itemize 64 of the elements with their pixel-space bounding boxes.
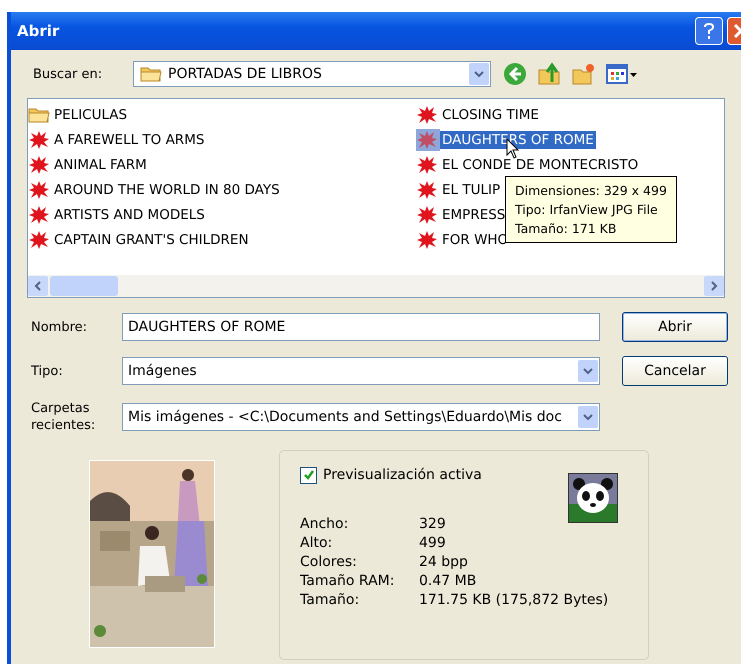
file-item[interactable]: CLOSING TIME [416, 104, 541, 126]
look-in-dropdown[interactable]: PORTADAS DE LIBROS [133, 61, 491, 87]
file-item[interactable]: EMPRESS [416, 204, 508, 226]
window-title: Abrir [17, 22, 60, 40]
view-menu-icon[interactable] [605, 62, 639, 86]
tooltip-line: Tamaño: 171 KB [515, 220, 618, 238]
look-in-value: PORTADAS DE LIBROS [168, 66, 323, 82]
folder-icon [28, 106, 50, 124]
field-label: Carpetas recientes: [30, 400, 96, 434]
property-value: 499 [419, 534, 447, 553]
horizontal-scrollbar[interactable] [28, 275, 724, 297]
property-value: 329 [419, 515, 447, 534]
property-label: Colores: [300, 553, 358, 572]
new-folder-icon[interactable] [571, 62, 595, 86]
scroll-left-button[interactable] [28, 276, 48, 296]
splat-icon [416, 155, 438, 175]
splat-icon [28, 130, 50, 150]
file-item[interactable]: EL TULIP [416, 179, 502, 201]
property-label: Tamaño: [300, 591, 360, 610]
file-item[interactable]: PELICULAS [28, 104, 130, 126]
splat-icon [28, 155, 50, 175]
dropdown-field[interactable]: Imágenes [122, 357, 600, 385]
file-item[interactable]: CAPTAIN GRANT'S CHILDREN [28, 229, 251, 251]
help-button[interactable] [695, 17, 723, 45]
field-label: Tipo: [30, 362, 64, 380]
splat-icon [416, 205, 438, 225]
folder-icon [140, 65, 162, 83]
property-value: 171.75 KB (175,872 Bytes) [419, 591, 610, 610]
tooltip-line: Tipo: IrfanView JPG File [515, 201, 659, 219]
panda-icon [568, 473, 618, 523]
dropdown-field[interactable]: Mis imágenes - <C:\Documents and Settings\Eduardo\Mis doc [122, 403, 600, 431]
file-item[interactable]: ANIMAL FARM [28, 154, 149, 176]
splat-icon [28, 180, 50, 200]
look-in-label: Buscar en: [32, 66, 104, 82]
tooltip-line: Dimensiones: 329 x 499 [515, 182, 667, 200]
folder-up-icon[interactable] [537, 62, 561, 86]
chevron-right-icon [710, 281, 718, 291]
splat-icon [416, 105, 438, 125]
file-item[interactable]: AROUND THE WORLD IN 80 DAYS [28, 179, 282, 201]
splat-icon [416, 180, 438, 200]
chevron-left-icon [34, 281, 42, 291]
dialog-button[interactable]: Abrir [622, 312, 728, 342]
scroll-right-button[interactable] [704, 276, 724, 296]
property-value: 24 bpp [419, 553, 469, 572]
property-label: Tamaño RAM: [300, 572, 396, 591]
property-value: 0.47 MB [419, 572, 478, 591]
checkbox[interactable] [300, 466, 317, 484]
property-label: Ancho: [300, 515, 350, 534]
splat-icon [416, 230, 438, 250]
file-item[interactable]: ARTISTS AND MODELS [28, 204, 207, 226]
checkbox-label: Previsualización activa [323, 467, 482, 483]
file-item[interactable]: DAUGHTERS OF ROME [416, 129, 596, 151]
splat-icon [416, 130, 438, 150]
splat-icon [28, 230, 50, 250]
file-item[interactable]: A FAREWELL TO ARMS [28, 129, 206, 151]
splat-icon [28, 205, 50, 225]
back-icon[interactable] [503, 62, 527, 86]
dialog-button[interactable]: Cancelar [622, 356, 728, 386]
help-icon [701, 22, 717, 40]
field-label: Nombre: [30, 318, 88, 336]
file-name-field[interactable]: DAUGHTERS OF ROME [122, 313, 600, 341]
file-item[interactable]: EL CONDE DE MONTECRISTO [416, 154, 640, 176]
scroll-thumb[interactable] [50, 276, 118, 296]
property-label: Alto: [300, 534, 334, 553]
